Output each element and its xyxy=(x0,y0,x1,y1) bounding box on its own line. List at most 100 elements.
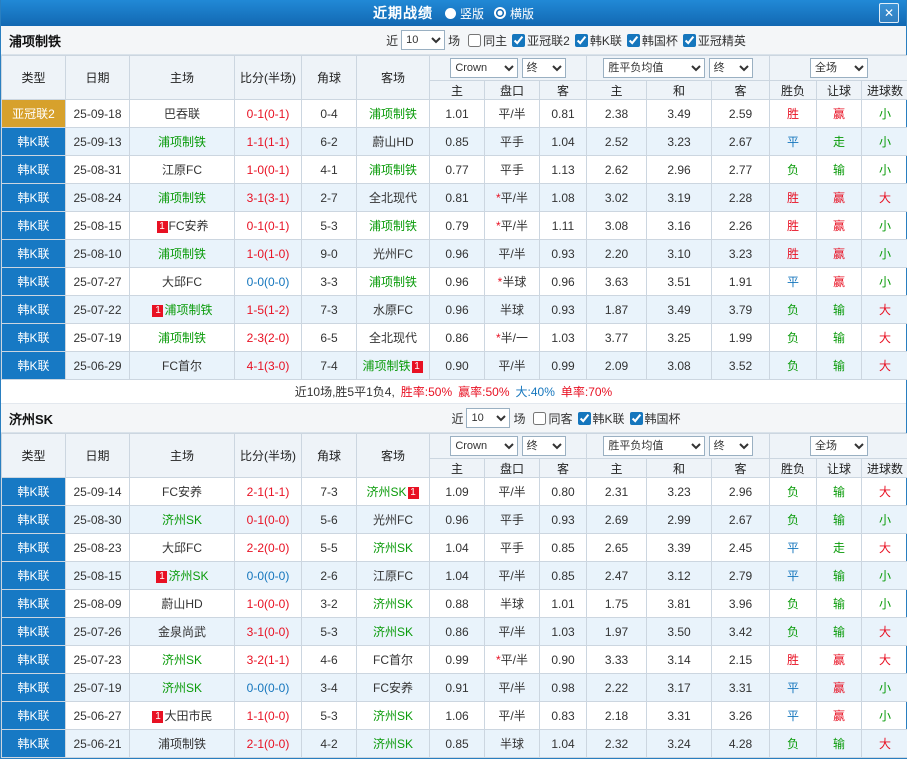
league-filter[interactable]: 韩K联 xyxy=(578,410,625,427)
filter-label: 韩国杯 xyxy=(642,32,678,49)
score-cell: 0-0(0-0) xyxy=(235,562,302,590)
europe-home-odds-cell: 2.62 xyxy=(587,156,647,184)
league-filter-checkbox[interactable] xyxy=(512,34,525,47)
europe-stage-select[interactable]: 终 xyxy=(709,436,753,456)
table-row: 韩K联25-08-30济州SK0-1(0-0)5-6光州FC0.96平手0.93… xyxy=(2,506,907,534)
ah-home-odds-cell: 0.81 xyxy=(430,184,485,212)
goals-result-cell: 大 xyxy=(862,478,907,506)
result-cell: 胜 xyxy=(770,646,817,674)
team-name: 济州SK xyxy=(366,485,406,499)
odds-company-select[interactable]: Crown xyxy=(450,58,518,78)
league-filter-checkbox[interactable] xyxy=(683,34,696,47)
home-team-cell: 江原FC xyxy=(130,156,235,184)
games-count-select[interactable]: 10 xyxy=(466,408,510,428)
home-team-cell: 大邱FC xyxy=(130,534,235,562)
league-filter[interactable]: 韩K联 xyxy=(575,32,622,49)
match-date-cell: 25-09-14 xyxy=(66,478,130,506)
ah-home-odds-cell: 1.04 xyxy=(430,534,485,562)
league-filter-checkbox[interactable] xyxy=(468,34,481,47)
score-cell: 1-1(0-0) xyxy=(235,702,302,730)
summary-segment: 单率:70% xyxy=(561,383,612,400)
league-filter-checkbox[interactable] xyxy=(630,412,643,425)
col-date: 日期 xyxy=(66,434,130,478)
odds-company-select[interactable]: Crown xyxy=(450,436,518,456)
team-name: 大邱FC xyxy=(162,275,202,289)
league-filter[interactable]: 同客 xyxy=(533,410,572,427)
league-filter-checkbox[interactable] xyxy=(533,412,546,425)
corners-cell: 7-4 xyxy=(302,352,357,380)
orientation-radio-vertical[interactable]: 竖版 xyxy=(445,5,484,22)
corners-cell: 4-6 xyxy=(302,646,357,674)
table-row: 韩K联25-07-19济州SK0-0(0-0)3-4FC安养0.91平/半0.9… xyxy=(2,674,907,702)
home-team-cell: FC首尔 xyxy=(130,352,235,380)
games-count-select[interactable]: 10 xyxy=(401,30,445,50)
europe-draw-odds-cell: 3.25 xyxy=(647,324,712,352)
europe-home-odds-cell: 2.38 xyxy=(587,100,647,128)
league-filter[interactable]: 同主 xyxy=(468,32,507,49)
close-button[interactable]: ✕ xyxy=(879,3,899,23)
league-filter-checkbox[interactable] xyxy=(627,34,640,47)
filter-label: 亚冠联2 xyxy=(527,32,570,49)
europe-home-odds-cell: 3.02 xyxy=(587,184,647,212)
result-group-header: 全场 xyxy=(770,434,907,459)
handicap-cell: 半球 xyxy=(485,590,540,618)
ah-away-odds-cell: 0.81 xyxy=(540,100,587,128)
col-date: 日期 xyxy=(66,56,130,100)
odds-stage-select[interactable]: 终 xyxy=(522,436,566,456)
table-row: 韩K联25-06-29FC首尔4-1(3-0)7-4浦项制铁10.90平/半0.… xyxy=(2,352,907,380)
orientation-toggle: 竖版横版 xyxy=(445,5,534,22)
score-cell: 0-1(0-0) xyxy=(235,506,302,534)
league-filter[interactable]: 韩国杯 xyxy=(627,32,678,49)
corners-cell: 0-4 xyxy=(302,100,357,128)
home-team-cell: 巴吞联 xyxy=(130,100,235,128)
team-name: 济州SK xyxy=(373,597,413,611)
ah-away-odds-cell: 1.01 xyxy=(540,590,587,618)
europe-home-odds-cell: 2.22 xyxy=(587,674,647,702)
europe-odds-select[interactable]: 胜平负均值 xyxy=(603,436,705,456)
ah-home-odds-cell: 0.79 xyxy=(430,212,485,240)
europe-group-header: 胜平负均值 终 xyxy=(587,434,770,459)
home-team-cell: 1济州SK xyxy=(130,562,235,590)
goals-result-cell: 大 xyxy=(862,730,907,758)
europe-away-odds-cell: 2.67 xyxy=(712,506,770,534)
league-filter-checkbox[interactable] xyxy=(575,34,588,47)
europe-odds-select[interactable]: 胜平负均值 xyxy=(603,58,705,78)
team-name: 光州FC xyxy=(373,513,413,527)
score-cell: 2-1(0-0) xyxy=(235,730,302,758)
scope-select[interactable]: 全场 xyxy=(810,436,868,456)
europe-home-odds-cell: 2.65 xyxy=(587,534,647,562)
europe-group-header: 胜平负均值 终 xyxy=(587,56,770,81)
corners-cell: 4-1 xyxy=(302,156,357,184)
league-filter[interactable]: 亚冠联2 xyxy=(512,32,570,49)
handicap-cell: 平/半 xyxy=(485,562,540,590)
col-ah-away: 客 xyxy=(540,81,587,100)
match-type-cell: 韩K联 xyxy=(2,674,66,702)
result-cell: 负 xyxy=(770,156,817,184)
table-row: 韩K联25-08-31江原FC1-0(0-1)4-1浦项制铁0.77平手1.13… xyxy=(2,156,907,184)
score-cell: 1-0(0-0) xyxy=(235,590,302,618)
team-name: 江原FC xyxy=(162,163,202,177)
europe-away-odds-cell: 2.28 xyxy=(712,184,770,212)
team-name: 蔚山HD xyxy=(161,597,202,611)
orientation-radio-horizontal[interactable]: 横版 xyxy=(494,5,534,22)
score-cell: 0-1(0-1) xyxy=(235,212,302,240)
table-row: 韩K联25-06-271大田市民1-1(0-0)5-3济州SK1.06平/半0.… xyxy=(2,702,907,730)
league-filter[interactable]: 韩国杯 xyxy=(630,410,681,427)
league-filter-checkbox[interactable] xyxy=(578,412,591,425)
match-type-cell: 韩K联 xyxy=(2,506,66,534)
ah-away-odds-cell: 0.85 xyxy=(540,534,587,562)
europe-draw-odds-cell: 3.50 xyxy=(647,618,712,646)
table-row: 韩K联25-07-19浦项制铁2-3(2-0)6-5全北现代0.86*半/一1.… xyxy=(2,324,907,352)
away-team-cell: 济州SK xyxy=(357,618,430,646)
team-name: 大田市民 xyxy=(164,709,212,723)
europe-away-odds-cell: 2.67 xyxy=(712,128,770,156)
odds-stage-select[interactable]: 终 xyxy=(522,58,566,78)
europe-stage-select[interactable]: 终 xyxy=(709,58,753,78)
scope-select[interactable]: 全场 xyxy=(810,58,868,78)
league-filter[interactable]: 亚冠精英 xyxy=(683,32,746,49)
match-type-cell: 韩K联 xyxy=(2,268,66,296)
odds-group-header: Crown 终 xyxy=(430,56,587,81)
team-name: 浦项制铁 xyxy=(158,331,206,345)
europe-away-odds-cell: 3.96 xyxy=(712,590,770,618)
handicap-result-cell: 输 xyxy=(817,730,862,758)
